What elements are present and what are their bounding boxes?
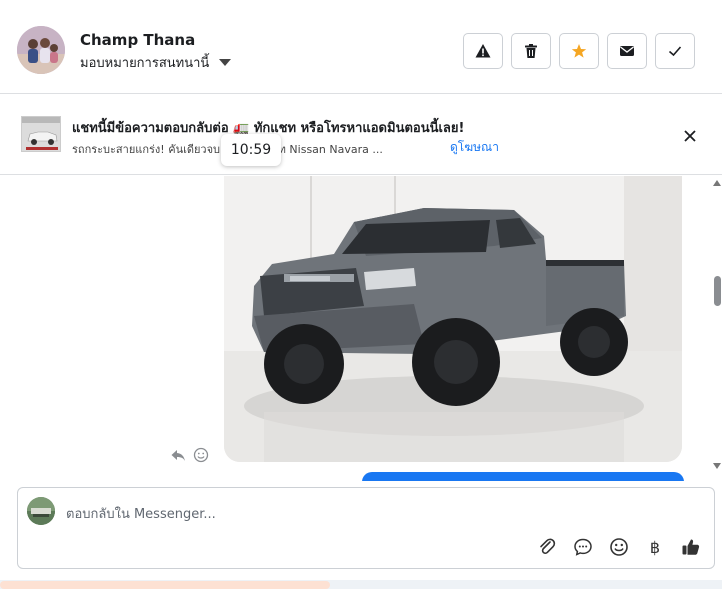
delete-button[interactable] bbox=[511, 33, 551, 69]
scrollbar-thumb[interactable] bbox=[714, 276, 721, 306]
close-icon[interactable] bbox=[680, 126, 700, 146]
scroll-up-arrow-icon[interactable] bbox=[713, 180, 721, 186]
mark-done-button[interactable] bbox=[655, 33, 695, 69]
message-list bbox=[0, 176, 722, 481]
chat-bubble-icon bbox=[574, 538, 592, 556]
thumbs-up-icon bbox=[682, 539, 700, 555]
composer-tools: ฿ bbox=[536, 536, 702, 558]
header-actions bbox=[463, 33, 695, 69]
ad-context-banner: แชทนี้มีข้อความตอบกลับต่อ 🚛 ทักแชท หรือโ… bbox=[0, 95, 722, 175]
star-button[interactable] bbox=[559, 33, 599, 69]
baht-icon: ฿ bbox=[649, 537, 661, 557]
react-icon[interactable] bbox=[193, 447, 209, 463]
trash-icon bbox=[525, 44, 537, 58]
outgoing-message-bubble[interactable] bbox=[362, 472, 684, 481]
star-icon bbox=[571, 44, 587, 58]
message-image[interactable] bbox=[224, 176, 682, 462]
conversation-header: Champ Thana มอบหมายการสนทนานี้ bbox=[0, 0, 722, 94]
saved-replies-button[interactable] bbox=[572, 536, 594, 558]
ad-thumbnail[interactable] bbox=[21, 116, 61, 152]
caret-down-icon bbox=[219, 59, 232, 66]
assign-label: มอบหมายการสนทนานี้ bbox=[80, 56, 210, 71]
scroll-down-arrow-icon[interactable] bbox=[713, 463, 721, 469]
message-scrollbar[interactable] bbox=[710, 176, 722, 476]
page-avatar bbox=[27, 497, 55, 525]
smile-icon bbox=[610, 538, 628, 556]
payment-button[interactable]: ฿ bbox=[644, 536, 666, 558]
paperclip-icon bbox=[540, 538, 556, 554]
report-spam-button[interactable] bbox=[463, 33, 503, 69]
timestamp-tooltip: 10:59 bbox=[221, 134, 281, 166]
envelope-icon bbox=[620, 46, 634, 56]
message-composer: ตอบกลับใน Messenger... ฿ bbox=[17, 487, 715, 569]
reply-input[interactable]: ตอบกลับใน Messenger... bbox=[66, 503, 216, 524]
like-button[interactable] bbox=[680, 536, 702, 558]
contact-avatar[interactable] bbox=[17, 26, 65, 74]
mark-unread-button[interactable] bbox=[607, 33, 647, 69]
contact-name[interactable]: Champ Thana bbox=[80, 31, 195, 49]
warning-icon bbox=[475, 44, 491, 58]
check-icon bbox=[668, 46, 682, 57]
attach-button[interactable] bbox=[536, 536, 558, 558]
reply-icon[interactable] bbox=[170, 447, 186, 463]
assign-conversation-dropdown[interactable]: มอบหมายการสนทนานี้ bbox=[80, 52, 232, 73]
messenger-conversation-panel: Champ Thana มอบหมายการสนทนานี้ แชทนี้มีข… bbox=[0, 0, 722, 589]
emoji-button[interactable] bbox=[608, 536, 630, 558]
view-ad-link[interactable]: ดูโฆษณา bbox=[450, 138, 499, 157]
bottom-highlight bbox=[0, 581, 330, 589]
